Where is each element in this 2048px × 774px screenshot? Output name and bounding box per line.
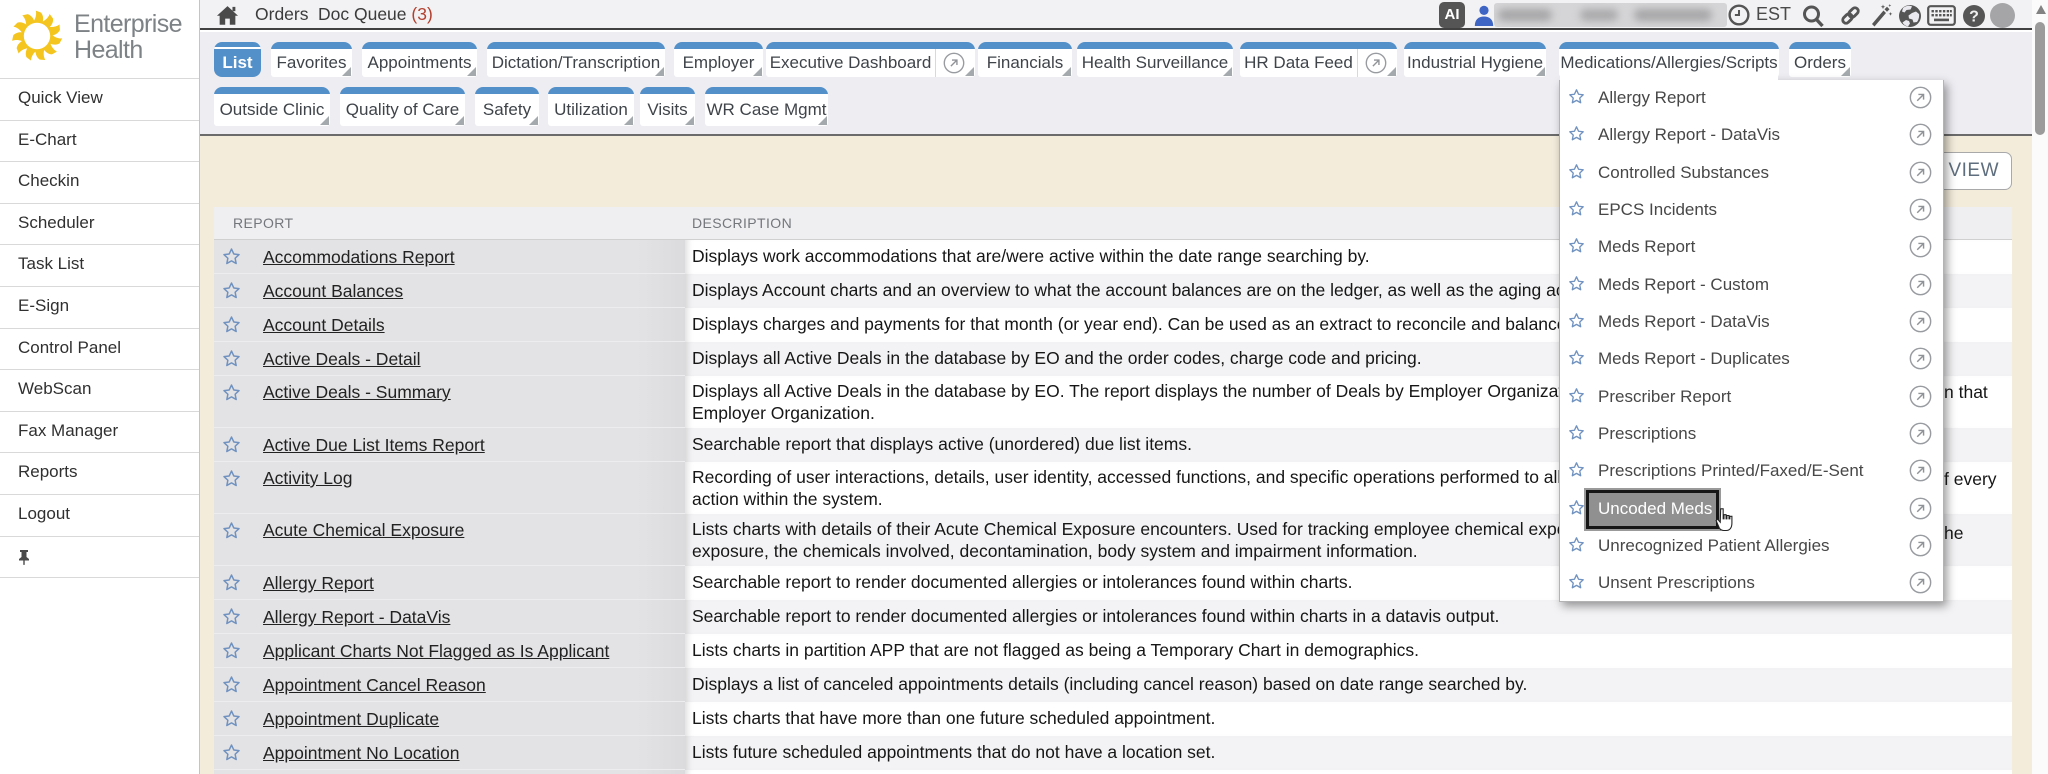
svg-text:?: ? [1969, 9, 1979, 26]
